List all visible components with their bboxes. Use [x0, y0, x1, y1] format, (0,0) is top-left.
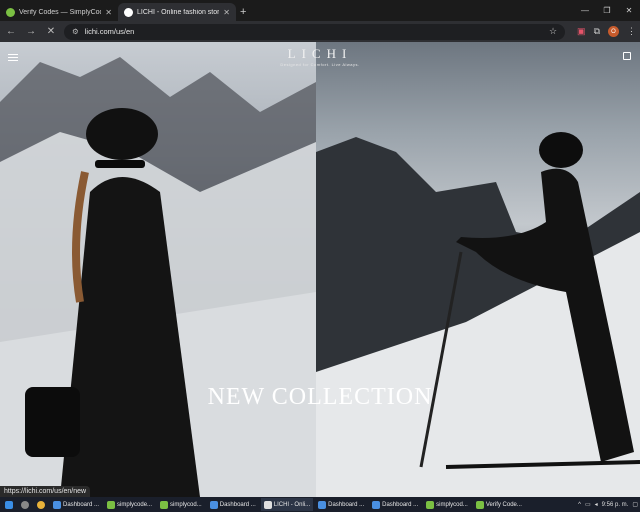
taskbar-item-label: Dashboard ...: [63, 501, 100, 508]
taskbar-item[interactable]: Dashboard ...: [207, 498, 259, 511]
chrome-icon: [37, 500, 45, 509]
chevron-up-icon[interactable]: ^: [578, 502, 581, 508]
taskbar-item[interactable]: LICHI - Onli...: [260, 498, 314, 511]
clock[interactable]: 9:56 p. m.: [602, 502, 629, 508]
search-button[interactable]: [18, 498, 32, 511]
taskbar-item-label: Dashboard ...: [219, 501, 256, 508]
hero-right-art: [316, 132, 640, 497]
app-icon: [426, 500, 435, 509]
taskbar-item[interactable]: simplycod...: [157, 498, 205, 511]
chrome-pinned[interactable]: [34, 498, 48, 511]
app-icon: [209, 500, 218, 509]
taskbar-item-label: simplycod...: [170, 501, 202, 508]
extension-icon[interactable]: ▣: [577, 26, 586, 37]
taskbar-item-label: Verify Code...: [485, 501, 522, 508]
taskbar-item[interactable]: Verify Code...: [473, 498, 525, 511]
taskbar-item-label: simplycode...: [117, 501, 153, 508]
close-icon[interactable]: ✕: [105, 8, 112, 17]
hero-image-right[interactable]: [316, 42, 640, 497]
back-icon[interactable]: ←: [4, 26, 18, 37]
hero-left-art: [0, 57, 316, 497]
close-window-icon[interactable]: ✕: [618, 0, 640, 20]
taskbar-item[interactable]: simplycod...: [423, 498, 471, 511]
taskbar-item[interactable]: Dashboard ...: [369, 498, 421, 511]
simplycodes-favicon-icon: [6, 7, 15, 17]
tab-title: Verify Codes — SimplyCodes: [19, 8, 101, 16]
volume-icon[interactable]: ◂: [595, 501, 598, 508]
system-tray: ^ ▭ ◂ 9:56 p. m. ▢: [578, 501, 638, 509]
brand-logo[interactable]: LICHI: [0, 46, 640, 62]
taskbar-item-label: Dashboard ...: [382, 501, 419, 508]
lichi-favicon-icon: [124, 7, 133, 17]
app-icon: [263, 500, 272, 509]
app-icon: [372, 500, 381, 509]
app-icon: [160, 500, 169, 509]
minimize-icon[interactable]: —: [574, 0, 596, 20]
address-bar[interactable]: ⚙ lichi.com/us/en ☆: [64, 23, 566, 40]
windows-logo-icon: [5, 500, 13, 509]
app-icon: [107, 500, 116, 509]
shopping-bag-icon[interactable]: [623, 52, 631, 60]
hero-headline[interactable]: NEW COLLECTION: [0, 384, 640, 411]
extensions-puzzle-icon[interactable]: ⧉: [594, 26, 600, 37]
maximize-icon[interactable]: ❐: [596, 0, 618, 20]
tab-simplycodes[interactable]: Verify Codes — SimplyCodes ✕: [0, 3, 118, 21]
stop-icon[interactable]: ✕: [44, 26, 58, 37]
app-icon: [475, 500, 484, 509]
page-viewport: LICHI Designed for Comfort. Live Always.…: [0, 42, 640, 497]
taskbar-item[interactable]: Dashboard ...: [50, 498, 102, 511]
network-icon[interactable]: ▭: [585, 501, 591, 508]
forward-icon[interactable]: →: [24, 26, 38, 37]
status-bar-url: https://lichi.com/us/en/new: [0, 486, 91, 497]
window-controls: — ❐ ✕: [574, 0, 640, 20]
url-text: lichi.com/us/en: [84, 27, 135, 36]
site-info-icon[interactable]: ⚙: [72, 27, 79, 36]
tab-lichi[interactable]: LICHI - Online fashion store ✕: [118, 3, 236, 21]
start-button[interactable]: [2, 498, 16, 511]
taskbar-item-label: LICHI - Onli...: [273, 501, 311, 508]
browser-toolbar: ← → ✕ ⚙ lichi.com/us/en ☆ ▣ ⧉ O ⋮: [0, 21, 640, 42]
tab-strip: Verify Codes — SimplyCodes ✕ LICHI - Onl…: [0, 0, 640, 21]
notification-icon[interactable]: ▢: [632, 501, 638, 508]
brand-tagline: Designed for Comfort. Live Always.: [280, 62, 360, 67]
search-icon: [21, 500, 29, 509]
app-icon: [53, 500, 61, 509]
taskbar-item-label: simplycod...: [436, 501, 468, 508]
menu-kebab-icon[interactable]: ⋮: [627, 26, 636, 37]
bookmark-star-icon[interactable]: ☆: [549, 26, 557, 37]
taskbar-item-label: Dashboard ...: [328, 501, 365, 508]
tab-title: LICHI - Online fashion store: [137, 8, 220, 16]
windows-taskbar: Dashboard ... simplycode... simplycod...…: [0, 497, 640, 512]
taskbar-item[interactable]: simplycode...: [104, 498, 155, 511]
hero-image-left[interactable]: [0, 42, 316, 497]
taskbar-item[interactable]: Dashboard ...: [315, 498, 367, 511]
toolbar-right: ▣ ⧉ O ⋮: [577, 26, 636, 37]
app-icon: [318, 500, 327, 509]
profile-avatar[interactable]: O: [608, 26, 619, 37]
close-icon[interactable]: ✕: [223, 8, 230, 17]
new-tab-button[interactable]: +: [240, 3, 246, 21]
